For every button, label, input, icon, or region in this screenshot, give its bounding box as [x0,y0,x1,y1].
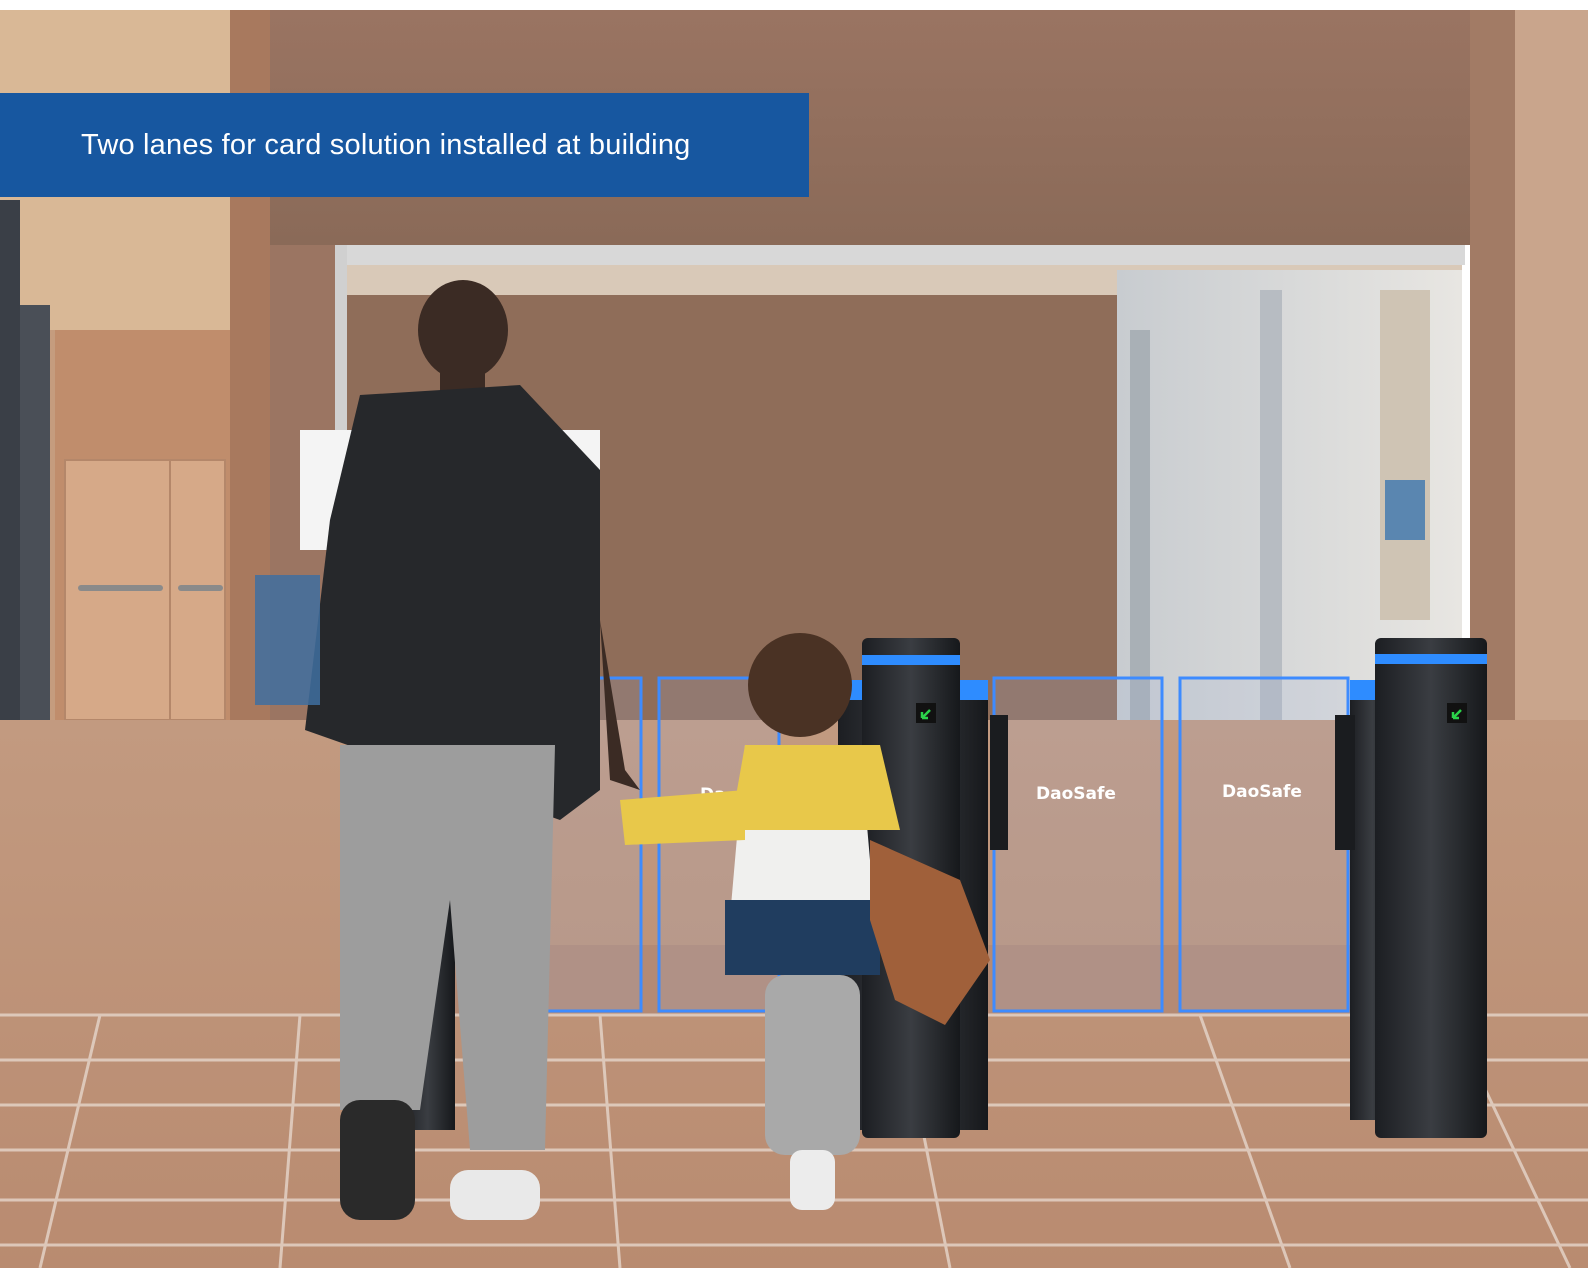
caption-banner: Two lanes for card solution installed at… [0,93,809,197]
turnstile-pillar-right [1335,638,1487,1138]
carried-items [255,575,320,705]
brand-label-lane-2: DaoSafe [1222,782,1302,802]
caption-text: Two lanes for card solution installed at… [81,128,691,161]
brand-label-lane-1: DaoSafe [1036,784,1116,804]
